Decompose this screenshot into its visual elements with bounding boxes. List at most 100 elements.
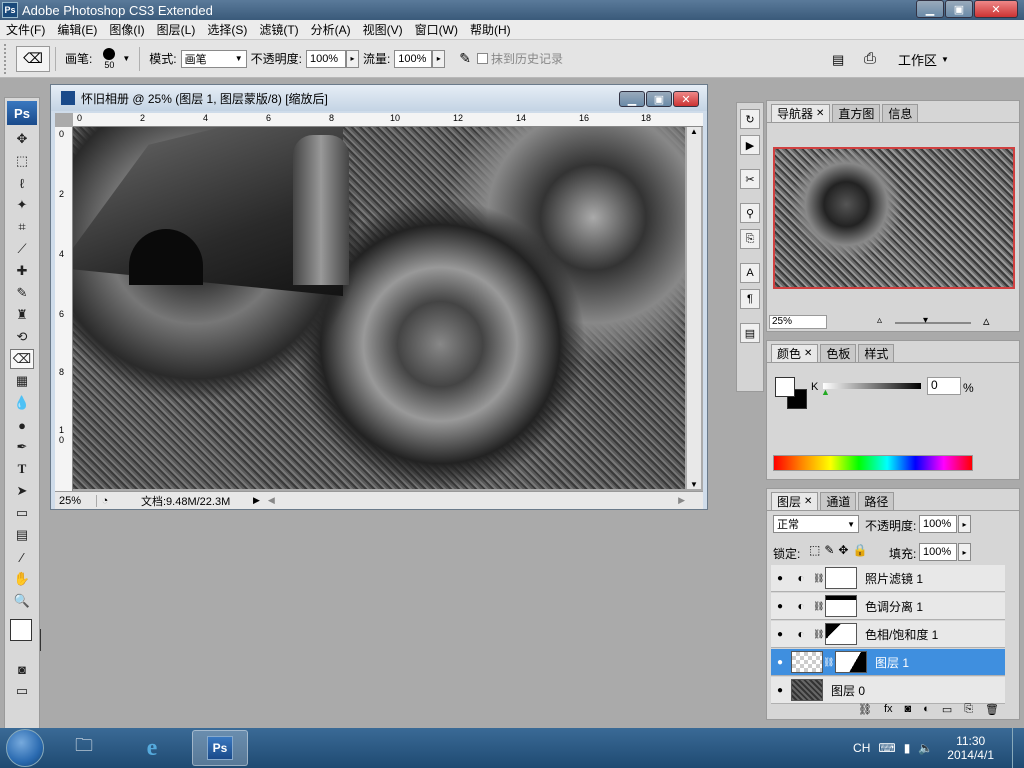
doc-minimize-button[interactable]: ▁ — [619, 91, 645, 107]
adjustment-layer-icon[interactable]: ◐ — [923, 703, 930, 719]
link-icon[interactable]: ⛓ — [813, 573, 824, 584]
brush-dropdown-icon[interactable]: ▼ — [122, 54, 130, 63]
doc-close-button[interactable]: ✕ — [673, 91, 699, 107]
eye-icon[interactable]: ● — [771, 685, 789, 696]
tab-color[interactable]: 颜色 ✕ — [771, 344, 819, 362]
screen-mode-icon[interactable]: ▭ — [10, 681, 34, 701]
ruler-vertical[interactable]: 0 2 4 6 8 1 0 — [55, 127, 73, 493]
document-title-bar[interactable]: 怀旧相册 @ 25% (图层 1, 图层蒙版/8) [缩放后] ▁ ▣ ✕ — [51, 85, 707, 111]
layer-thumbnail[interactable] — [791, 679, 823, 701]
scroll-up-icon[interactable]: ▲ — [687, 127, 701, 136]
link-layers-icon[interactable]: ⛓ — [858, 703, 872, 719]
zoom-in-icon[interactable]: ▵ — [983, 313, 990, 329]
slice-tool-icon[interactable]: ⟋ — [10, 239, 34, 259]
menu-image[interactable]: 图像(I) — [103, 21, 150, 38]
layer-row[interactable]: ● ◐ ⛓ 色调分离 1 — [771, 593, 1005, 620]
crop-tool-icon[interactable]: ⌗ — [10, 217, 34, 237]
menu-analysis[interactable]: 分析(A) — [305, 21, 357, 38]
opacity-slider-button[interactable]: ▸ — [345, 49, 359, 68]
tab-navigator[interactable]: 导航器 ✕ — [771, 104, 831, 122]
menu-file[interactable]: 文件(F) — [0, 21, 51, 38]
tool-presets-icon[interactable]: ✂ — [740, 169, 760, 189]
notes-tool-icon[interactable]: ▤ — [10, 525, 34, 545]
vertical-scrollbar[interactable]: ▲ ▼ — [687, 127, 701, 489]
blend-mode-select[interactable]: 正常 ▼ — [773, 515, 859, 533]
ruler-horizontal[interactable]: 0 2 4 6 8 10 12 14 16 18 — [73, 113, 703, 127]
menu-layer[interactable]: 图层(L) — [151, 21, 202, 38]
blur-tool-icon[interactable]: 💧 — [10, 393, 34, 413]
scroll-left-icon[interactable]: ◀ — [268, 495, 275, 506]
status-menu-icon[interactable]: ▶ — [253, 495, 260, 506]
paragraph-panel-icon[interactable]: ¶ — [740, 289, 760, 309]
menu-view[interactable]: 视图(V) — [357, 21, 409, 38]
dodge-tool-icon[interactable]: ● — [10, 415, 34, 435]
palette-well-icon[interactable]: ▤ — [832, 52, 844, 68]
zoom-field[interactable]: 25% — [55, 494, 97, 507]
color-swatches[interactable] — [7, 619, 41, 657]
k-slider[interactable] — [823, 383, 921, 389]
new-layer-icon[interactable]: ⎘ — [964, 703, 973, 719]
path-select-tool-icon[interactable]: ➤ — [10, 481, 34, 501]
layer-thumbnail[interactable] — [791, 651, 823, 673]
magic-wand-tool-icon[interactable]: ✦ — [10, 195, 34, 215]
layer-mask-thumbnail[interactable] — [825, 595, 857, 617]
ps-logo-icon[interactable]: Ps — [7, 101, 37, 125]
zoom-slider-handle[interactable]: ▾ — [923, 315, 928, 326]
layer-comps-icon[interactable]: ▤ — [740, 323, 760, 343]
layer-row[interactable]: ● ◐ ⛓ 照片滤镜 1 — [771, 565, 1005, 592]
close-button[interactable]: ✕ — [974, 0, 1018, 18]
lock-icons[interactable]: ⬚✎✥🔒 — [809, 543, 871, 557]
menu-filter[interactable]: 滤镜(T) — [253, 21, 304, 38]
airbrush-icon[interactable]: ✎ — [459, 50, 471, 67]
color-ramp[interactable] — [773, 455, 973, 471]
fill-slider-button[interactable]: ▸ — [958, 543, 971, 561]
foreground-color-swatch[interactable] — [10, 619, 32, 641]
eye-icon[interactable]: ● — [771, 657, 789, 668]
actions-panel-icon[interactable]: ▶ — [740, 135, 760, 155]
flow-input[interactable]: 100% — [394, 49, 433, 68]
layer-row[interactable]: ● 图层 0 — [771, 677, 1005, 704]
layer-mask-thumbnail[interactable] — [825, 567, 857, 589]
close-icon[interactable]: ✕ — [804, 348, 812, 359]
menu-edit[interactable]: 编辑(E) — [51, 21, 103, 38]
eye-icon[interactable]: ● — [771, 601, 789, 612]
show-desktop-button[interactable] — [1012, 728, 1024, 768]
menu-window[interactable]: 窗口(W) — [409, 21, 464, 38]
document-image[interactable] — [73, 127, 685, 489]
minimize-button[interactable]: ▁ — [916, 0, 944, 18]
layer-opacity-input[interactable]: 100% — [919, 515, 957, 533]
scroll-down-icon[interactable]: ▼ — [687, 480, 701, 489]
character-panel-icon[interactable]: A — [740, 263, 760, 283]
flow-slider-button[interactable]: ▸ — [432, 49, 446, 68]
foreground-color-swatch[interactable] — [775, 377, 795, 397]
shape-tool-icon[interactable]: ▭ — [10, 503, 34, 523]
healing-tool-icon[interactable]: ✚ — [10, 261, 34, 281]
close-icon[interactable]: ✕ — [816, 108, 824, 119]
doc-maximize-button[interactable]: ▣ — [646, 91, 672, 107]
volume-icon[interactable]: 🔈 — [918, 741, 933, 755]
fill-input[interactable]: 100% — [919, 543, 957, 561]
zoom-out-icon[interactable]: ▵ — [877, 315, 882, 326]
workspace-menu[interactable]: 工作区 ▼ — [898, 50, 949, 69]
network-icon[interactable]: ▮ — [904, 741, 911, 755]
type-tool-icon[interactable]: T — [10, 459, 34, 479]
fx-icon[interactable]: fx — [884, 703, 893, 719]
brush-tool-icon[interactable]: ✎ — [10, 283, 34, 303]
eraser-tool-icon[interactable]: ⌫ — [10, 349, 34, 369]
link-icon[interactable]: ⛓ — [813, 629, 824, 640]
tab-layers[interactable]: 图层 ✕ — [771, 492, 819, 510]
trash-icon[interactable]: 🗑 — [985, 703, 999, 719]
navigator-thumbnail[interactable] — [773, 147, 1015, 289]
stamp-tool-icon[interactable]: ♜ — [10, 305, 34, 325]
history-brush-tool-icon[interactable]: ⟲ — [10, 327, 34, 347]
layer-row[interactable]: ● ◐ ⛓ 色相/饱和度 1 — [771, 621, 1005, 648]
explorer-icon[interactable]: 🗀 — [56, 730, 112, 766]
hand-tool-icon[interactable]: ✋ — [10, 569, 34, 589]
language-indicator[interactable]: CH — [853, 741, 870, 755]
tab-paths[interactable]: 路径 — [858, 492, 895, 510]
brush-picker[interactable]: 50 — [96, 43, 122, 75]
scroll-right-icon[interactable]: ▶ — [678, 495, 685, 506]
quick-mask-icon[interactable]: ◙ — [10, 659, 34, 679]
zoom-slider[interactable] — [895, 322, 971, 324]
bridge-icon[interactable]: ⎙ — [864, 50, 876, 67]
